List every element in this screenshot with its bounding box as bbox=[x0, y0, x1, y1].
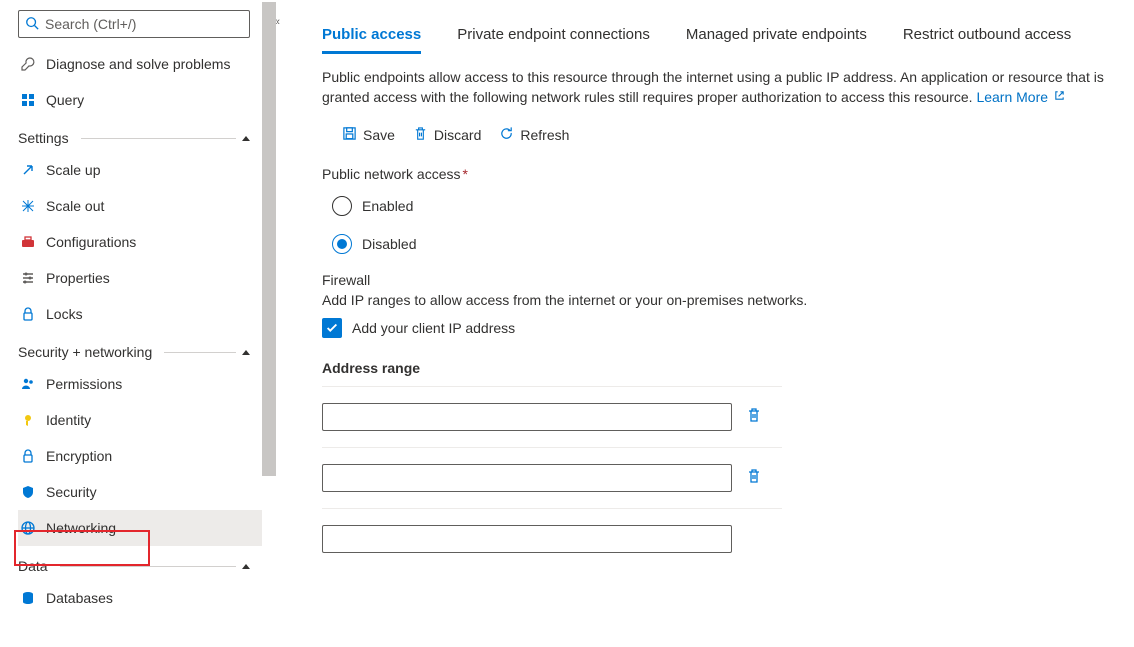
nav-label: Identity bbox=[46, 412, 91, 428]
external-link-icon bbox=[1054, 92, 1065, 104]
refresh-button[interactable]: Refresh bbox=[499, 126, 569, 144]
nav-label: Permissions bbox=[46, 376, 122, 392]
nav-label: Scale out bbox=[46, 198, 104, 214]
tab-bar: Public access Private endpoint connection… bbox=[322, 20, 1114, 53]
chevron-up-icon bbox=[242, 136, 250, 141]
nav-item-networking[interactable]: Networking bbox=[18, 510, 262, 546]
address-range-header: Address range bbox=[322, 360, 1114, 376]
refresh-label: Refresh bbox=[520, 127, 569, 143]
nav-label: Encryption bbox=[46, 448, 112, 464]
tab-public-access[interactable]: Public access bbox=[322, 20, 421, 53]
nav-item-query[interactable]: Query bbox=[18, 82, 262, 118]
tab-private-endpoint-connections[interactable]: Private endpoint connections bbox=[457, 20, 650, 53]
nav-item-diagnose-and-solve-problems[interactable]: Diagnose and solve problems bbox=[18, 46, 262, 82]
search-icon bbox=[25, 16, 43, 33]
save-icon bbox=[342, 126, 357, 144]
properties-icon bbox=[18, 270, 38, 286]
chevron-up-icon bbox=[242, 564, 250, 569]
tab-managed-private-endpoints[interactable]: Managed private endpoints bbox=[686, 20, 867, 53]
nav-item-configurations[interactable]: Configurations bbox=[18, 224, 262, 260]
add-client-ip-checkbox[interactable] bbox=[322, 318, 342, 338]
tab-restrict-outbound-access[interactable]: Restrict outbound access bbox=[903, 20, 1071, 53]
lock-icon bbox=[18, 306, 38, 322]
delete-row-button[interactable] bbox=[746, 407, 762, 426]
sidebar-search-input[interactable] bbox=[43, 15, 243, 33]
tab-description: Public endpoints allow access to this re… bbox=[322, 67, 1112, 108]
section-title: Security + networking bbox=[18, 344, 152, 360]
nav-item-security[interactable]: Security bbox=[18, 474, 262, 510]
section-header-settings[interactable]: Settings bbox=[18, 118, 250, 152]
nav-label: Scale up bbox=[46, 162, 100, 178]
nav-item-encryption[interactable]: Encryption bbox=[18, 438, 262, 474]
radio-enabled[interactable]: Enabled bbox=[332, 196, 1114, 216]
address-range-input[interactable] bbox=[322, 464, 732, 492]
scaleout-icon bbox=[18, 198, 38, 214]
section-divider bbox=[164, 352, 236, 353]
nav-item-locks[interactable]: Locks bbox=[18, 296, 262, 332]
nav-label: Query bbox=[46, 92, 84, 108]
identity-icon bbox=[18, 412, 38, 428]
address-range-row bbox=[322, 447, 782, 508]
nav-item-identity[interactable]: Identity bbox=[18, 402, 262, 438]
shield-icon bbox=[18, 484, 38, 500]
nav-label: Configurations bbox=[46, 234, 136, 250]
learn-more-link[interactable]: Learn More bbox=[976, 89, 1064, 105]
command-bar: Save Discard Refresh bbox=[342, 126, 1114, 144]
people-icon bbox=[18, 376, 38, 392]
radio-label: Disabled bbox=[362, 236, 416, 252]
radio-label: Enabled bbox=[362, 198, 413, 214]
scaleup-icon bbox=[18, 162, 38, 178]
add-client-ip-label: Add your client IP address bbox=[352, 320, 515, 336]
nav-item-scale-out[interactable]: Scale out bbox=[18, 188, 262, 224]
section-title: Data bbox=[18, 558, 48, 574]
sidebar-search[interactable] bbox=[18, 10, 250, 38]
toolbox-icon bbox=[18, 234, 38, 250]
section-title: Settings bbox=[18, 130, 69, 146]
address-range-input[interactable] bbox=[322, 403, 732, 431]
radio-circle[interactable] bbox=[332, 234, 352, 254]
firewall-title: Firewall bbox=[322, 272, 1114, 288]
firewall-help-text: Add IP ranges to allow access from the i… bbox=[322, 292, 1114, 308]
sidebar: « Diagnose and solve problems Query Sett… bbox=[0, 0, 262, 647]
delete-row-button[interactable] bbox=[746, 468, 762, 487]
wrench-icon bbox=[18, 56, 38, 72]
nav-item-databases[interactable]: Databases bbox=[18, 580, 262, 616]
main-pane: Public access Private endpoint connection… bbox=[262, 0, 1134, 647]
discard-button[interactable]: Discard bbox=[413, 126, 481, 144]
address-range-input[interactable] bbox=[322, 525, 732, 553]
radio-disabled[interactable]: Disabled bbox=[332, 234, 1114, 254]
section-header-data[interactable]: Data bbox=[18, 546, 250, 580]
nav-label: Security bbox=[46, 484, 97, 500]
save-button[interactable]: Save bbox=[342, 126, 395, 144]
refresh-icon bbox=[499, 126, 514, 144]
database-icon bbox=[18, 590, 38, 606]
nav-label: Diagnose and solve problems bbox=[46, 56, 230, 72]
add-client-ip-checkbox-row[interactable]: Add your client IP address bbox=[322, 318, 1114, 338]
query-icon bbox=[18, 92, 38, 108]
nav-item-properties[interactable]: Properties bbox=[18, 260, 262, 296]
nav-item-scale-up[interactable]: Scale up bbox=[18, 152, 262, 188]
save-label: Save bbox=[363, 127, 395, 143]
public-network-access-label: Public network access* bbox=[322, 166, 1114, 182]
learn-more-label: Learn More bbox=[976, 89, 1048, 105]
nav-item-permissions[interactable]: Permissions bbox=[18, 366, 262, 402]
trash-icon bbox=[413, 126, 428, 144]
section-divider bbox=[60, 566, 236, 567]
radio-circle[interactable] bbox=[332, 196, 352, 216]
address-range-row bbox=[322, 508, 782, 569]
discard-label: Discard bbox=[434, 127, 481, 143]
lock-icon bbox=[18, 448, 38, 464]
network-icon bbox=[18, 520, 38, 536]
nav-label: Networking bbox=[46, 520, 116, 536]
address-range-row bbox=[322, 386, 782, 447]
chevron-up-icon bbox=[242, 350, 250, 355]
nav-label: Locks bbox=[46, 306, 83, 322]
section-divider bbox=[81, 138, 236, 139]
nav-label: Properties bbox=[46, 270, 110, 286]
section-header-security-networking[interactable]: Security + networking bbox=[18, 332, 250, 366]
nav-label: Databases bbox=[46, 590, 113, 606]
